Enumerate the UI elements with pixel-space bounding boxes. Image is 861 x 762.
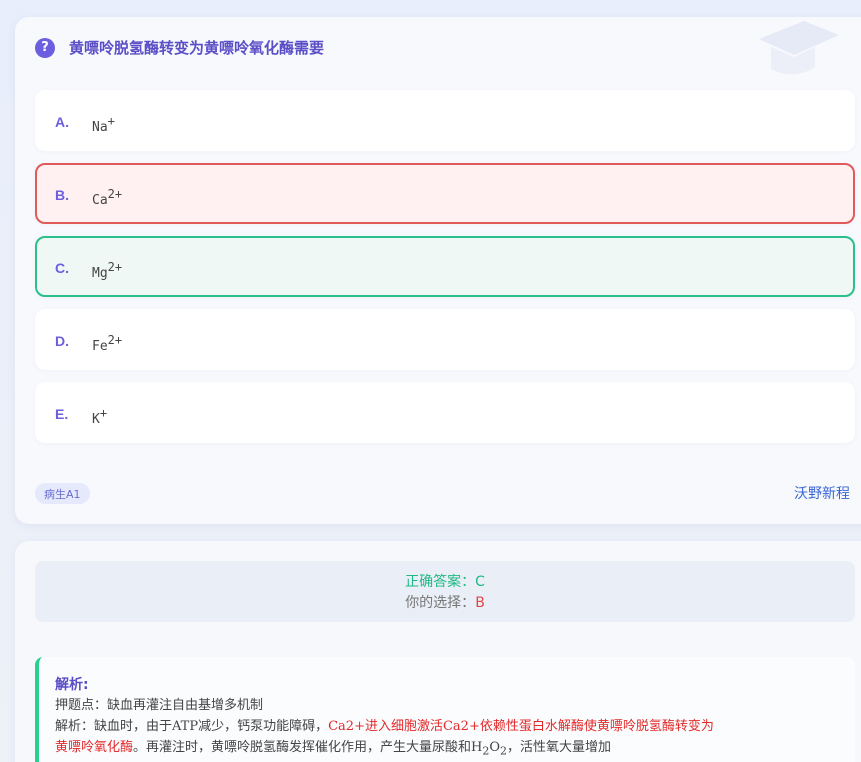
option-value: Ca2+	[92, 187, 123, 208]
option-letter: B.	[55, 187, 69, 203]
option-e[interactable]: E. K+	[35, 382, 855, 443]
analysis-title: 解析:	[55, 677, 89, 693]
option-letter: C.	[55, 260, 69, 276]
question-text: 黄嘌呤脱氢酶转变为黄嘌呤氧化酶需要	[69, 39, 325, 57]
correct-answer: 正确答案：C	[405, 574, 485, 590]
result-card: 正确答案：C 你的选择：B 解析: 押题点：缺血再灌注自由基增多机制 解析：缺血…	[15, 541, 861, 762]
analysis-text-line: 解析：缺血时，由于ATP减少，钙泵功能障碍，Ca2+进入细胞激活Ca2+依赖性蛋…	[55, 719, 714, 734]
question-mark-icon: ?	[35, 37, 55, 58]
option-value: Mg2+	[92, 260, 123, 281]
option-b[interactable]: B. Ca2+	[35, 163, 855, 224]
analysis-panel: 解析: 押题点：缺血再灌注自由基增多机制 解析：缺血时，由于ATP减少，钙泵功能…	[35, 657, 855, 762]
your-answer: 你的选择：B	[405, 595, 485, 611]
analysis-text-line: 黄嘌呤氧化酶。再灌注时，黄嘌呤脱氢酶发挥催化作用，产生大量尿酸和H2O2，活性氧…	[55, 740, 612, 758]
option-value: Fe2+	[92, 333, 123, 354]
option-a[interactable]: A. Na+	[35, 90, 855, 151]
option-letter: D.	[55, 333, 69, 349]
graduation-cap-icon	[759, 21, 839, 75]
option-c[interactable]: C. Mg2+	[35, 236, 855, 297]
option-value: Na+	[92, 114, 115, 135]
option-letter: A.	[55, 114, 69, 130]
brand-link[interactable]: 沃野新程	[794, 483, 850, 503]
option-letter: E.	[55, 406, 69, 422]
question-card: ? 黄嘌呤脱氢酶转变为黄嘌呤氧化酶需要 A. Na+ B. Ca2+ C. Mg…	[15, 17, 861, 524]
answer-box: 正确答案：C 你的选择：B	[35, 561, 855, 622]
option-d[interactable]: D. Fe2+	[35, 309, 855, 370]
analysis-key-point: 押题点：缺血再灌注自由基增多机制	[55, 698, 264, 713]
question-header: ? 黄嘌呤脱氢酶转变为黄嘌呤氧化酶需要	[35, 37, 324, 58]
option-value: K+	[92, 406, 108, 427]
category-tag: 病生A1	[35, 483, 90, 504]
